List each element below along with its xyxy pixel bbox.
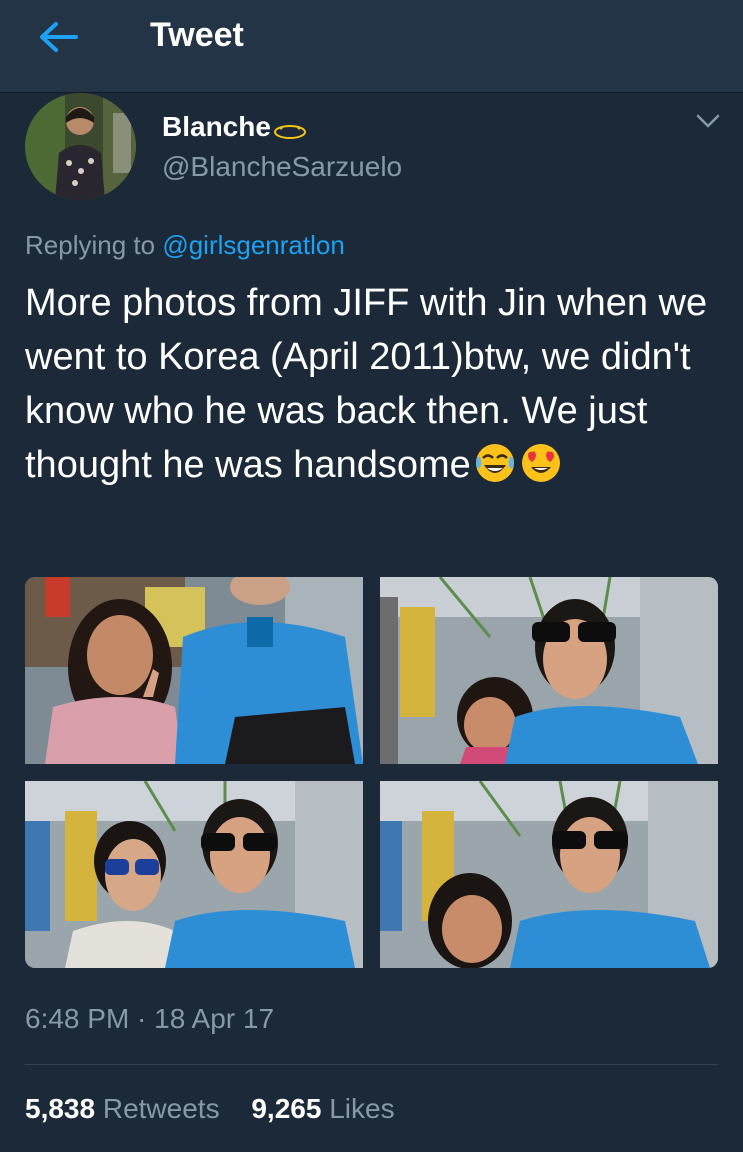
back-button[interactable] — [36, 18, 82, 56]
reply-mention-link[interactable]: @girlsgenratlon — [162, 230, 344, 260]
photo-4[interactable] — [380, 781, 718, 968]
chevron-down-icon — [696, 114, 720, 128]
likes-stat[interactable]: 9,265 Likes — [251, 1093, 394, 1125]
photo-1[interactable] — [25, 577, 363, 764]
tears-of-joy-emoji — [473, 441, 517, 485]
tweet-options-button[interactable] — [694, 111, 722, 131]
tweet-stats: 5,838 Retweets 9,265 Likes — [25, 1093, 419, 1125]
avatar[interactable] — [25, 93, 136, 200]
retweets-count: 5,838 — [25, 1093, 96, 1124]
top-bar: Tweet — [0, 0, 743, 93]
tweet-timestamp: 6:48 PM · 18 Apr 17 — [25, 1003, 275, 1034]
display-name: Blanche — [162, 111, 271, 142]
retweets-label: Retweets — [102, 1093, 220, 1124]
likes-label: Likes — [329, 1093, 395, 1124]
tweet-body: More photos from JIFF with Jin when we w… — [25, 282, 708, 486]
divider — [25, 1064, 718, 1065]
heart-eyes-emoji — [519, 441, 563, 485]
media-grid — [25, 577, 718, 968]
arrow-left-icon — [40, 22, 78, 52]
replying-to: Replying to @girlsgenratlon — [25, 230, 345, 261]
retweets-stat[interactable]: 5,838 Retweets — [25, 1093, 220, 1125]
likes-count: 9,265 — [251, 1093, 322, 1124]
tweet-text: More photos from JIFF with Jin when we w… — [25, 276, 725, 492]
display-name-row[interactable]: Blanche — [162, 111, 307, 143]
page-title: Tweet — [150, 16, 244, 54]
replying-prefix: Replying to — [25, 230, 156, 260]
photo-2[interactable] — [380, 577, 718, 764]
photo-3[interactable] — [25, 781, 363, 968]
user-handle[interactable]: @BlancheSarzuelo — [162, 151, 402, 183]
tweet: Blanche @BlancheSarzuelo Replying to @gi… — [0, 93, 743, 1152]
halo-icon — [273, 117, 307, 139]
